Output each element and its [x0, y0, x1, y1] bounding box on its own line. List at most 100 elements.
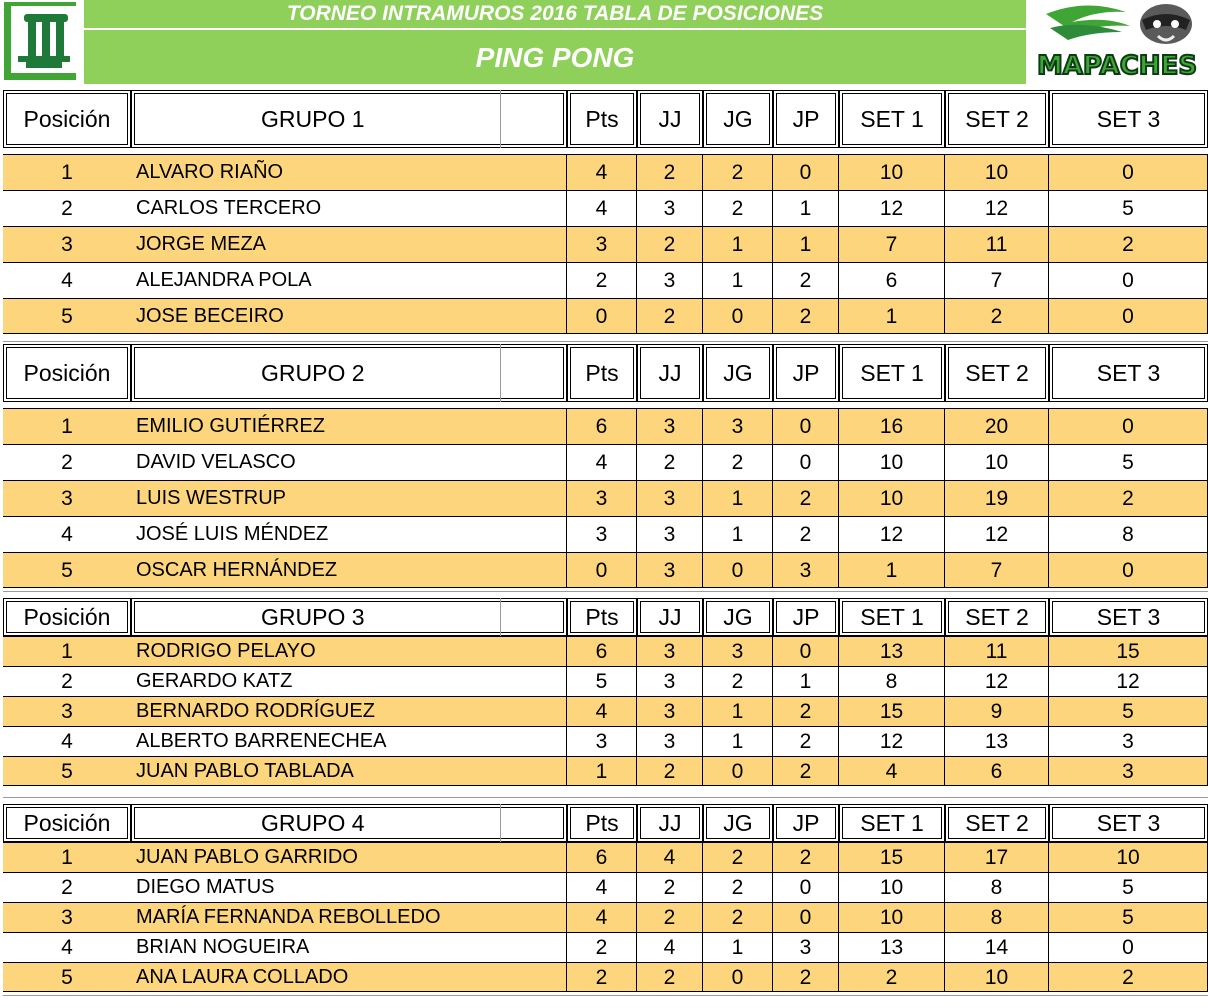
cell-points: 4	[567, 191, 637, 226]
table-row: 5 JOSE BECEIRO 0 2 0 2 1 2 0	[3, 298, 1208, 334]
cell-position: 3	[61, 486, 73, 510]
cell-games-won: 1	[703, 697, 773, 726]
cell-position: 3	[61, 699, 73, 723]
header-points: Pts	[567, 90, 637, 148]
cell-set-3: 0	[1049, 409, 1208, 444]
cell-games-played: 3	[637, 667, 703, 696]
cell-set-3: 12	[1049, 667, 1208, 696]
cell-set-1: 7	[839, 227, 945, 262]
header-set-1: SET 1	[839, 598, 945, 636]
cell-games-won: 1	[703, 517, 773, 552]
cell-set-3: 8	[1049, 517, 1208, 552]
cell-points: 0	[567, 553, 637, 588]
header-divider	[500, 344, 501, 402]
cell-points: 4	[567, 155, 637, 190]
cell-set-2: 7	[945, 553, 1049, 588]
header-player-name: GRUPO 1	[131, 90, 567, 148]
cell-games-won: 2	[703, 873, 773, 902]
spacer-line	[3, 797, 1208, 798]
header-games-won: JG	[703, 598, 773, 636]
cell-set-1: 10	[839, 903, 945, 932]
header-divider	[500, 598, 501, 636]
table-row: 2 DIEGO MATUS 4 2 2 0 10 8 5	[3, 872, 1208, 902]
group-table: Posición GRUPO 4 Pts JJ JG JP SET 1 SET 2 SET 3 1…	[3, 804, 1208, 998]
cell-set-2: 8	[945, 873, 1049, 902]
cell-points: 3	[567, 227, 637, 262]
cell-set-2: 12	[945, 667, 1049, 696]
cell-points: 4	[567, 445, 637, 480]
table-header-row: Posición GRUPO 1 Pts JJ JG JP SET 1 SET 2 SET 3	[3, 90, 1208, 148]
header-games-played: JJ	[637, 90, 703, 148]
cell-games-won: 2	[703, 155, 773, 190]
mapaches-logo-icon: MAPACHES	[1026, 0, 1208, 84]
cell-player-name: OSCAR HERNÁNDEZ	[131, 553, 567, 588]
header-divider	[500, 804, 501, 842]
banner-divider	[84, 28, 1026, 30]
header-set-2: SET 2	[945, 90, 1049, 148]
cell-points: 2	[567, 933, 637, 962]
table-header-row: Posición GRUPO 3 Pts JJ JG JP SET 1 SET 2 SET 3	[3, 598, 1208, 636]
cell-player-name: JOSÉ LUIS MÉNDEZ	[131, 517, 567, 552]
cell-set-1: 10	[839, 873, 945, 902]
cell-set-1: 10	[839, 155, 945, 190]
cell-set-2: 10	[945, 963, 1049, 992]
table-header-row: Posición GRUPO 2 Pts JJ JG JP SET 1 SET 2 SET 3	[3, 344, 1208, 402]
cell-games-lost: 2	[773, 263, 839, 298]
cell-set-3: 5	[1049, 903, 1208, 932]
cell-games-lost: 2	[773, 963, 839, 992]
cell-player-name: JUAN PABLO GARRIDO	[131, 843, 567, 872]
header-set-3: SET 3	[1049, 344, 1208, 402]
table-row: 5 OSCAR HERNÁNDEZ 0 3 0 3 1 7 0	[3, 552, 1208, 588]
header-games-played: JJ	[637, 344, 703, 402]
cell-player-name: ALVARO RIAÑO	[131, 155, 567, 190]
cell-games-played: 2	[637, 757, 703, 786]
cell-set-3: 5	[1049, 697, 1208, 726]
cell-set-1: 12	[839, 191, 945, 226]
cell-games-lost: 1	[773, 227, 839, 262]
header-points: Pts	[567, 804, 637, 842]
cell-games-played: 2	[637, 227, 703, 262]
header-position: Posición	[3, 90, 131, 148]
cell-games-played: 2	[637, 873, 703, 902]
school-logo-icon	[0, 0, 84, 84]
cell-set-2: 6	[945, 757, 1049, 786]
cell-set-1: 13	[839, 637, 945, 666]
cell-player-name: DIEGO MATUS	[131, 873, 567, 902]
header-set-3: SET 3	[1049, 804, 1208, 842]
spacer	[3, 588, 1208, 594]
cell-games-played: 3	[637, 517, 703, 552]
header-set-3: SET 3	[1049, 90, 1208, 148]
cell-player-name: JORGE MEZA	[131, 227, 567, 262]
cell-player-name: DAVID VELASCO	[131, 445, 567, 480]
cell-set-3: 0	[1049, 263, 1208, 298]
table-header-row: Posición GRUPO 4 Pts JJ JG JP SET 1 SET 2 SET 3	[3, 804, 1208, 842]
header-games-played: JJ	[637, 598, 703, 636]
cell-games-played: 3	[637, 553, 703, 588]
cell-set-3: 0	[1049, 155, 1208, 190]
cell-set-1: 1	[839, 299, 945, 334]
cell-games-played: 3	[637, 263, 703, 298]
table-row: 5 ANA LAURA COLLADO 2 2 0 2 2 10 2	[3, 962, 1208, 992]
cell-games-lost: 0	[773, 445, 839, 480]
header-points: Pts	[567, 344, 637, 402]
cell-set-2: 9	[945, 697, 1049, 726]
spacer	[3, 992, 1208, 998]
cell-games-played: 3	[637, 409, 703, 444]
cell-games-won: 0	[703, 299, 773, 334]
cell-set-1: 2	[839, 963, 945, 992]
cell-set-1: 12	[839, 517, 945, 552]
cell-games-won: 2	[703, 191, 773, 226]
cell-set-3: 2	[1049, 481, 1208, 516]
cell-games-lost: 3	[773, 933, 839, 962]
cell-games-won: 0	[703, 553, 773, 588]
header-set-3: SET 3	[1049, 598, 1208, 636]
cell-games-lost: 2	[773, 299, 839, 334]
cell-set-2: 12	[945, 191, 1049, 226]
cell-games-played: 3	[637, 481, 703, 516]
cell-games-lost: 0	[773, 873, 839, 902]
header-set-2: SET 2	[945, 344, 1049, 402]
header-games-lost: JP	[773, 90, 839, 148]
table-row: 1 RODRIGO PELAYO 6 3 3 0 13 11 15	[3, 636, 1208, 666]
logo-right-label: MAPACHES	[1037, 51, 1197, 81]
table-row: 1 ALVARO RIAÑO 4 2 2 0 10 10 0	[3, 154, 1208, 190]
